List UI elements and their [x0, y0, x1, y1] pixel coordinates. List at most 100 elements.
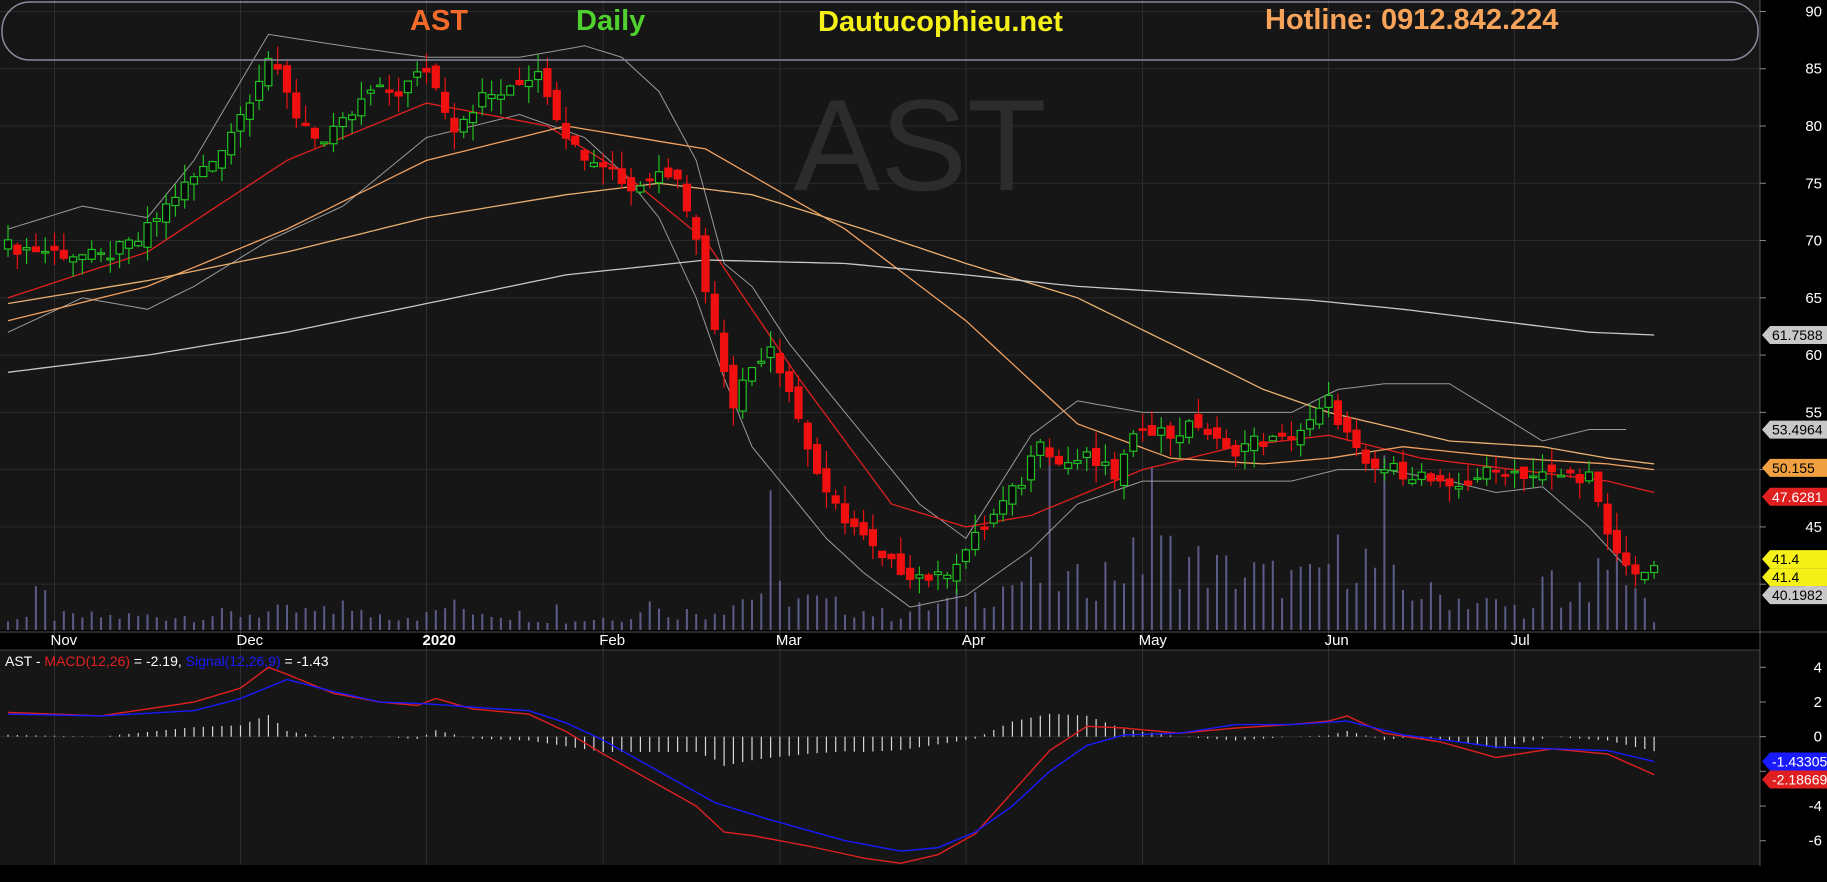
candle-down: [1426, 473, 1436, 482]
candle-down: [515, 79, 524, 85]
candle-down: [431, 65, 440, 89]
candle-up: [143, 222, 152, 248]
candle-down: [394, 91, 403, 97]
candle-down: [1287, 436, 1296, 441]
candle-up: [208, 160, 217, 172]
price-value-tag: 47.6281: [1762, 487, 1827, 506]
candle-up: [227, 131, 236, 156]
macd-legend-macd-label: MACD(12,26): [44, 653, 130, 669]
candle-down: [1519, 466, 1529, 479]
candle-down: [673, 169, 682, 180]
candle-up: [915, 574, 924, 579]
candle-down: [980, 526, 989, 530]
candle-up: [255, 80, 264, 101]
candle-up: [989, 513, 998, 524]
candle-down: [1343, 417, 1352, 433]
candle-up: [1324, 394, 1333, 409]
candle-down: [1054, 455, 1064, 465]
candle-down: [422, 67, 431, 73]
candle-down: [1231, 444, 1240, 457]
candle-down: [608, 166, 617, 170]
candle-down: [664, 167, 673, 178]
candle-up: [971, 531, 980, 551]
candle-down: [701, 235, 710, 293]
candle-up: [1454, 485, 1463, 490]
candle-down: [1445, 478, 1454, 487]
candle-down: [812, 444, 822, 474]
candle-down: [1091, 447, 1101, 466]
candle-up: [189, 176, 199, 185]
candle-up: [1240, 443, 1250, 453]
candle-down: [1361, 449, 1370, 464]
price-tick-label: 70: [1805, 233, 1822, 250]
price-value-tag: 50.155: [1762, 458, 1827, 477]
value-tag-text: -2.18669: [1772, 772, 1827, 788]
candle-up: [1380, 469, 1389, 474]
candle-up: [533, 71, 543, 81]
candle-up: [1417, 471, 1426, 481]
candle-up: [162, 203, 171, 223]
x-tick-label: Dec: [237, 632, 264, 649]
candle-down: [543, 68, 552, 98]
macd-tick-label: 0: [1814, 729, 1822, 746]
macd-tick-label: 4: [1814, 659, 1822, 676]
candle-down: [1631, 564, 1640, 575]
price-value-tag: 61.7588: [1762, 325, 1827, 344]
candle-down: [1622, 552, 1631, 566]
candle-up: [952, 563, 961, 582]
candle-down: [1501, 474, 1510, 477]
candle-down: [1398, 461, 1408, 480]
candle-down: [385, 89, 394, 93]
candle-down: [580, 149, 589, 161]
candle-down: [1212, 427, 1222, 439]
candle-down: [729, 364, 738, 409]
price-tick-label: 65: [1805, 290, 1822, 307]
candle-up: [654, 171, 664, 184]
candle-down: [1370, 458, 1380, 469]
candle-down: [850, 518, 859, 528]
candle-up: [1389, 462, 1398, 471]
candle-down: [822, 468, 831, 493]
candle-down: [785, 371, 794, 392]
candle-up: [1129, 433, 1138, 452]
price-tick-label: 85: [1805, 61, 1822, 78]
candle-down: [840, 503, 850, 524]
candle-up: [106, 257, 115, 261]
watermark: AST: [794, 72, 1047, 218]
candle-up: [459, 118, 468, 133]
price-value-tag: 53.4964: [1762, 420, 1827, 439]
candle-down: [1147, 425, 1157, 436]
value-tag-text: 40.1982: [1772, 587, 1823, 603]
x-tick-label: Nov: [51, 632, 78, 649]
candle-up: [1026, 455, 1036, 481]
candle-up: [152, 218, 161, 222]
value-tag-text: 61.7588: [1772, 327, 1823, 343]
candle-down: [1110, 459, 1119, 480]
candle-down: [599, 162, 608, 168]
price-value-tag: 40.1982: [1762, 586, 1827, 605]
price-tick-label: 55: [1805, 404, 1822, 421]
candle-up: [180, 181, 189, 201]
candle-up: [1640, 571, 1649, 581]
candle-down: [682, 183, 692, 212]
candle-down: [1259, 441, 1268, 447]
macd-tick-label: 2: [1814, 694, 1822, 711]
x-tick-label: Jul: [1511, 632, 1530, 649]
macd-legend-prefix: AST -: [5, 653, 44, 669]
header-hotline: Hotline: 0912.842.224: [1265, 4, 1558, 36]
candle-up: [998, 500, 1008, 515]
candle-up: [1073, 459, 1082, 464]
candle-up: [171, 196, 180, 207]
price-tick-label: 90: [1805, 3, 1822, 20]
candle-up: [1017, 484, 1026, 489]
candle-up: [496, 94, 505, 100]
candle-down: [887, 553, 896, 560]
candle-up: [757, 360, 766, 364]
candle-up: [403, 80, 412, 94]
x-tick-label: Feb: [599, 632, 625, 649]
candle-down: [645, 178, 654, 182]
candle-up: [738, 379, 747, 412]
candle-up: [41, 250, 50, 254]
candle-up: [3, 239, 13, 250]
candle-up: [747, 366, 757, 382]
